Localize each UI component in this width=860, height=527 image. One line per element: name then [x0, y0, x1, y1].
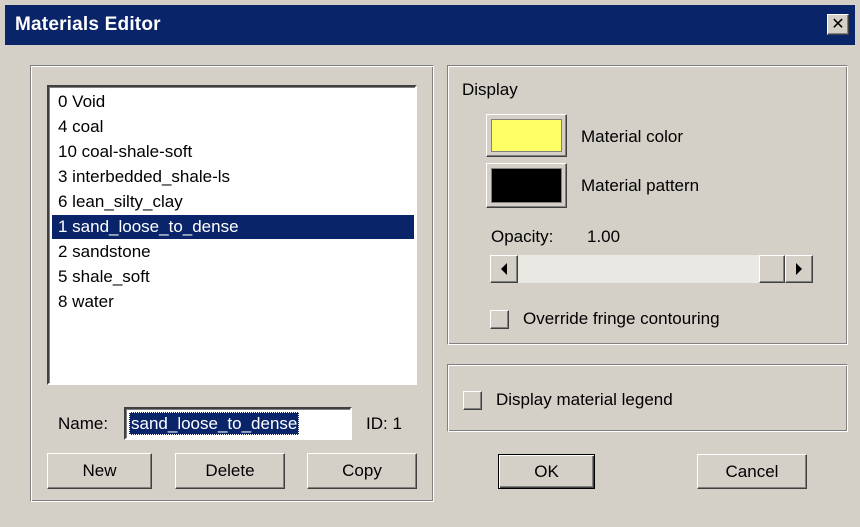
opacity-slider-thumb[interactable] — [759, 255, 785, 283]
close-button[interactable]: ✕ — [827, 14, 849, 35]
list-item[interactable]: 5 shale_soft — [52, 265, 414, 289]
id-label: ID: 1 — [366, 414, 402, 433]
material-color-swatch — [491, 119, 562, 152]
list-item[interactable]: 10 coal-shale-soft — [52, 140, 414, 164]
material-pattern-label: Material pattern — [581, 176, 700, 195]
scroll-left-button[interactable] — [490, 255, 518, 283]
window-title: Materials Editor — [15, 14, 161, 35]
name-label: Name: — [58, 414, 109, 433]
override-fringe-label: Override fringe contouring — [523, 309, 720, 328]
list-item[interactable]: 4 coal — [52, 115, 414, 139]
material-pattern-swatch — [491, 168, 562, 203]
arrow-right-icon — [796, 263, 802, 275]
display-group-label: Display — [462, 80, 518, 99]
cancel-button[interactable]: Cancel — [697, 454, 807, 489]
material-color-button[interactable] — [486, 114, 567, 157]
list-item[interactable]: 3 interbedded_shale-ls — [52, 165, 414, 189]
material-pattern-button[interactable] — [486, 163, 567, 208]
materials-list[interactable]: 0 Void 4 coal 10 coal-shale-soft 3 interbed… — [47, 85, 417, 385]
list-item[interactable]: 1 sand_loose_to_dense — [52, 215, 414, 239]
display-legend-checkbox[interactable] — [463, 391, 482, 410]
delete-button[interactable]: Delete — [175, 453, 285, 489]
close-icon: ✕ — [831, 15, 845, 33]
title-bar[interactable]: Materials Editor ✕ — [5, 5, 855, 45]
display-legend-label: Display material legend — [496, 390, 673, 409]
override-fringe-checkbox[interactable] — [490, 310, 509, 329]
material-color-label: Material color — [581, 127, 684, 146]
list-item[interactable]: 2 sandstone — [52, 240, 414, 264]
list-item[interactable]: 6 lean_silty_clay — [52, 190, 414, 214]
material-name-input[interactable]: sand_loose_to_dense — [124, 407, 352, 440]
ok-button[interactable]: OK — [498, 454, 595, 489]
opacity-label: Opacity: — [491, 227, 554, 246]
opacity-value: 1.00 — [587, 227, 621, 246]
copy-button[interactable]: Copy — [307, 453, 417, 489]
new-button[interactable]: New — [47, 453, 152, 489]
scroll-right-button[interactable] — [785, 255, 813, 283]
list-item[interactable]: 8 water — [52, 290, 414, 314]
arrow-left-icon — [501, 263, 507, 275]
material-name-value: sand_loose_to_dense — [129, 412, 300, 435]
opacity-slider[interactable] — [490, 255, 813, 283]
list-item[interactable]: 0 Void — [52, 90, 414, 114]
materials-editor-window: Materials Editor ✕ 0 Void 4 coal 10 coal-s… — [0, 0, 860, 527]
